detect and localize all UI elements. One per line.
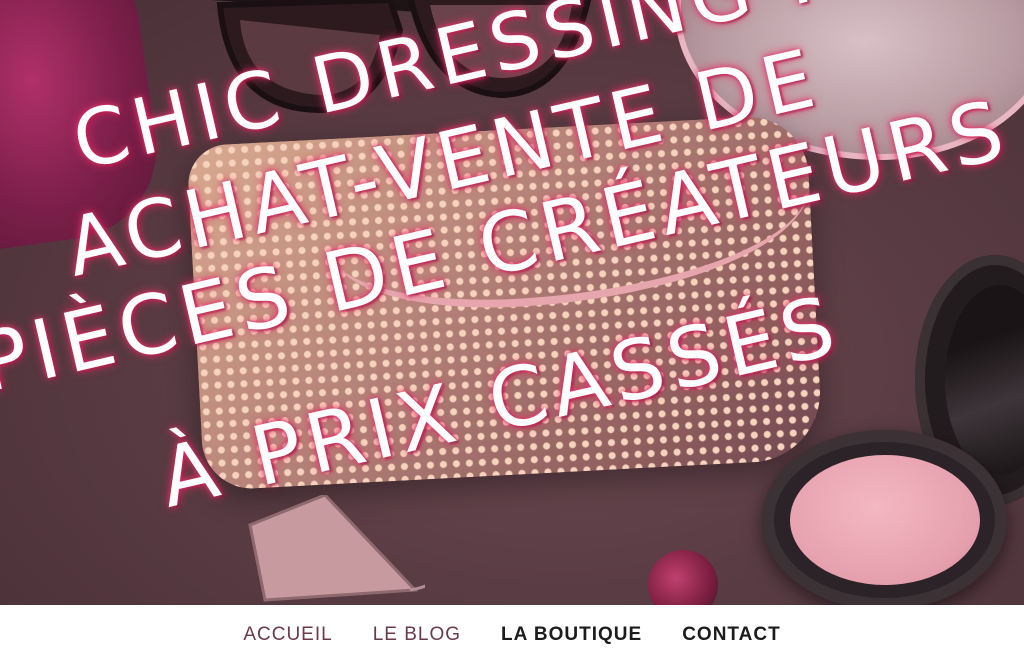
sunglasses-image [210, 0, 591, 114]
nav-link-accueil[interactable]: ACCUEIL [223, 612, 352, 646]
main-navigation: ACCUEIL LE BLOG LA BOUTIQUE CONTACT [0, 605, 1024, 652]
blush-powder [790, 455, 980, 585]
earring-image [248, 495, 425, 602]
velvet-fabric-image [0, 0, 168, 252]
hero-banner: CHIC DRESSING : ACHAT-VENTE DE PIÈCES DE… [0, 0, 1024, 605]
lipstick-image [648, 550, 718, 605]
nav-link-la-boutique[interactable]: LA BOUTIQUE [481, 612, 662, 646]
nav-link-contact[interactable]: CONTACT [662, 612, 800, 646]
nav-link-le-blog[interactable]: LE BLOG [353, 612, 481, 646]
